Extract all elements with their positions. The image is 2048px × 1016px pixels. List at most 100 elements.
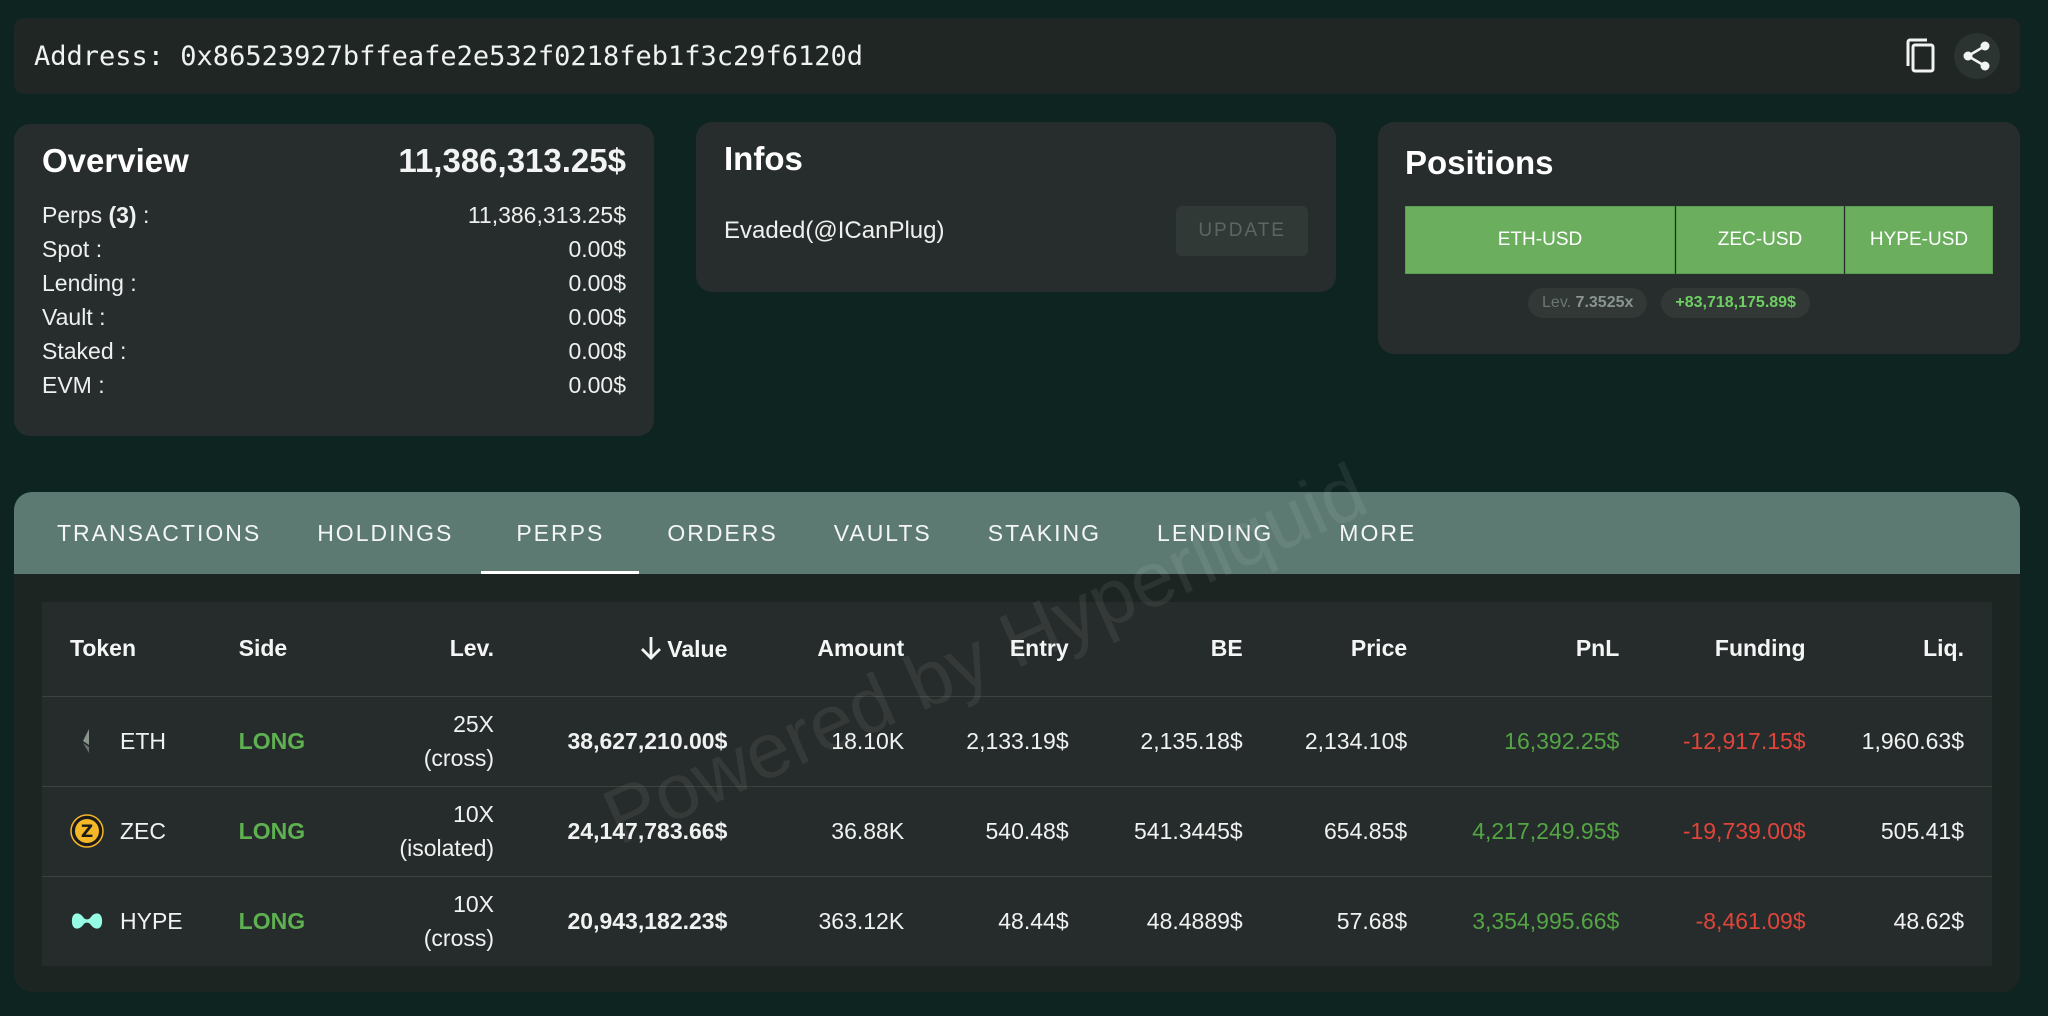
funding-cell: -8,461.09$ [1695,907,1806,934]
funding-cell: -19,739.00$ [1682,817,1806,844]
zcash-icon: Z [70,814,104,848]
perps-label: Perps [42,202,103,228]
token-cell-content: Z ZEC [70,814,183,848]
pnl-chip: +83,718,175.89$ [1661,288,1810,318]
liq-cell: 48.62$ [1893,907,1964,934]
arrow-down-icon [641,636,662,660]
overview-row-value: 0.00$ [568,236,626,262]
header-value-label: Value [667,635,728,662]
leverage-value: 10X [453,801,495,827]
header-pnl[interactable]: PnL [1435,602,1647,696]
amount-cell: 363.12K [818,907,905,934]
header-entry[interactable]: Entry [932,602,1096,696]
infos-title: Infos [724,140,803,177]
pnl-cell: 4,217,249.95$ [1472,817,1620,844]
entry-cell: 48.44$ [998,907,1069,934]
svg-text:Z: Z [81,822,93,842]
main-panel: TRANSACTIONS HOLDINGS PERPS ORDERS VAULT… [14,492,2020,992]
funding-cell: -12,917.15$ [1682,727,1806,754]
position-button-zec[interactable]: ZEC-USD [1676,206,1844,274]
address-bar: Address: 0x86523927bffeafe2e532f0218feb1… [14,18,2020,94]
tab-bar: TRANSACTIONS HOLDINGS PERPS ORDERS VAULT… [14,492,2020,574]
tab-lending[interactable]: LENDING [1129,492,1301,574]
perps-count: (3) [108,202,137,228]
positions-buttons: ETH-USD ZEC-USD HYPE-USD [1405,206,1993,274]
copy-icon [1906,38,1935,73]
value-cell: 38,627,210.00$ [567,727,728,754]
hyperliquid-icon [70,904,104,938]
share-button[interactable] [1954,33,2000,79]
overview-row-label: EVM : [42,372,105,398]
margin-mode: (isolated) [399,835,495,861]
header-be[interactable]: BE [1097,602,1271,696]
infos-card: Infos Evaded(@ICanPlug) UPDATE [696,122,1336,292]
tab-holdings[interactable]: HOLDINGS [289,492,481,574]
positions-title: Positions [1405,144,1554,181]
leverage-value: 25X [453,711,495,737]
price-cell: 2,134.10$ [1304,727,1408,754]
overview-row-label: Staked : [42,338,127,364]
leverage-cell: 25X (cross) [340,696,522,786]
table-header-row: Token Side Lev. Value Amount Entry BE Pr… [42,602,1992,696]
position-button-hype[interactable]: HYPE-USD [1845,206,1993,274]
entry-cell: 540.48$ [985,817,1069,844]
amount-cell: 18.10K [831,727,905,754]
address-actions [1898,33,2000,79]
side-cell: LONG [238,817,306,844]
header-amount[interactable]: Amount [755,602,932,696]
header-funding[interactable]: Funding [1647,602,1833,696]
copy-button[interactable] [1898,33,1944,79]
header-price[interactable]: Price [1271,602,1435,696]
header-side[interactable]: Side [211,602,340,696]
token-name: HYPE [120,907,183,934]
header-liq[interactable]: Liq. [1834,602,1992,696]
infos-row: Evaded(@ICanPlug) UPDATE [724,206,1308,256]
leverage-chip: Lev. 7.3525x [1528,288,1648,318]
positions-card: Positions ETH-USD ZEC-USD HYPE-USD Lev. … [1378,122,2020,354]
overview-row-value: 0.00$ [568,338,626,364]
token-name: ZEC [120,817,166,844]
header-token[interactable]: Token [42,602,211,696]
perps-label-group: Perps (3) : [42,198,149,232]
leverage-cell: 10X (cross) [340,876,522,966]
wallet-address[interactable]: Address: 0x86523927bffeafe2e532f0218feb1… [34,41,863,72]
position-button-eth[interactable]: ETH-USD [1405,206,1675,274]
position-chips: Lev. 7.3525x +83,718,175.89$ [1345,288,1993,318]
share-icon [1963,41,1990,71]
overview-title: Overview [42,142,189,179]
side-cell: LONG [238,907,306,934]
tab-perps[interactable]: PERPS [481,492,640,574]
overview-row-lending: Lending : 0.00$ [42,266,626,300]
perps-colon: : [136,202,150,228]
header-lev[interactable]: Lev. [340,602,522,696]
tab-orders[interactable]: ORDERS [639,492,805,574]
overview-row-perps: Perps (3) : 11,386,313.25$ [42,198,626,232]
overview-row-label: Lending : [42,270,137,296]
overview-row-value: 0.00$ [568,372,626,398]
tab-staking[interactable]: STAKING [960,492,1129,574]
token-cell: HYPE [42,876,211,966]
wallet-label-name: Evaded(@ICanPlug) [724,217,945,244]
tab-vaults[interactable]: VAULTS [806,492,960,574]
be-cell: 48.4889$ [1146,907,1243,934]
header-value[interactable]: Value [522,602,755,696]
pnl-cell: 3,354,995.66$ [1472,907,1620,934]
entry-cell: 2,133.19$ [966,727,1069,754]
token-name: ETH [120,727,166,754]
leverage-cell: 10X (isolated) [340,786,522,876]
update-button[interactable]: UPDATE [1176,206,1308,256]
table-row[interactable]: Z ZEC LONG 10X (isolated) 24,147,783.66$ … [42,786,1992,876]
leverage-chip-label: Lev. [1542,294,1572,311]
overview-header: Overview 11,386,313.25$ [42,142,626,180]
table-row[interactable]: HYPE LONG 10X (cross) 20,943,182.23$ 363.… [42,876,1992,966]
margin-mode: (cross) [423,925,495,952]
tab-more[interactable]: MORE [1301,492,1454,574]
perps-table: Token Side Lev. Value Amount Entry BE Pr… [42,602,1992,966]
side-cell: LONG [238,727,306,754]
perps-table-wrapper: Token Side Lev. Value Amount Entry BE Pr… [42,602,1992,966]
overview-row-staked: Staked : 0.00$ [42,334,626,368]
table-row[interactable]: ETH LONG 25X (cross) 38,627,210.00$ 18.10… [42,696,1992,786]
price-cell: 57.68$ [1336,907,1408,934]
tab-transactions[interactable]: TRANSACTIONS [29,492,289,574]
token-cell: Z ZEC [42,786,211,876]
